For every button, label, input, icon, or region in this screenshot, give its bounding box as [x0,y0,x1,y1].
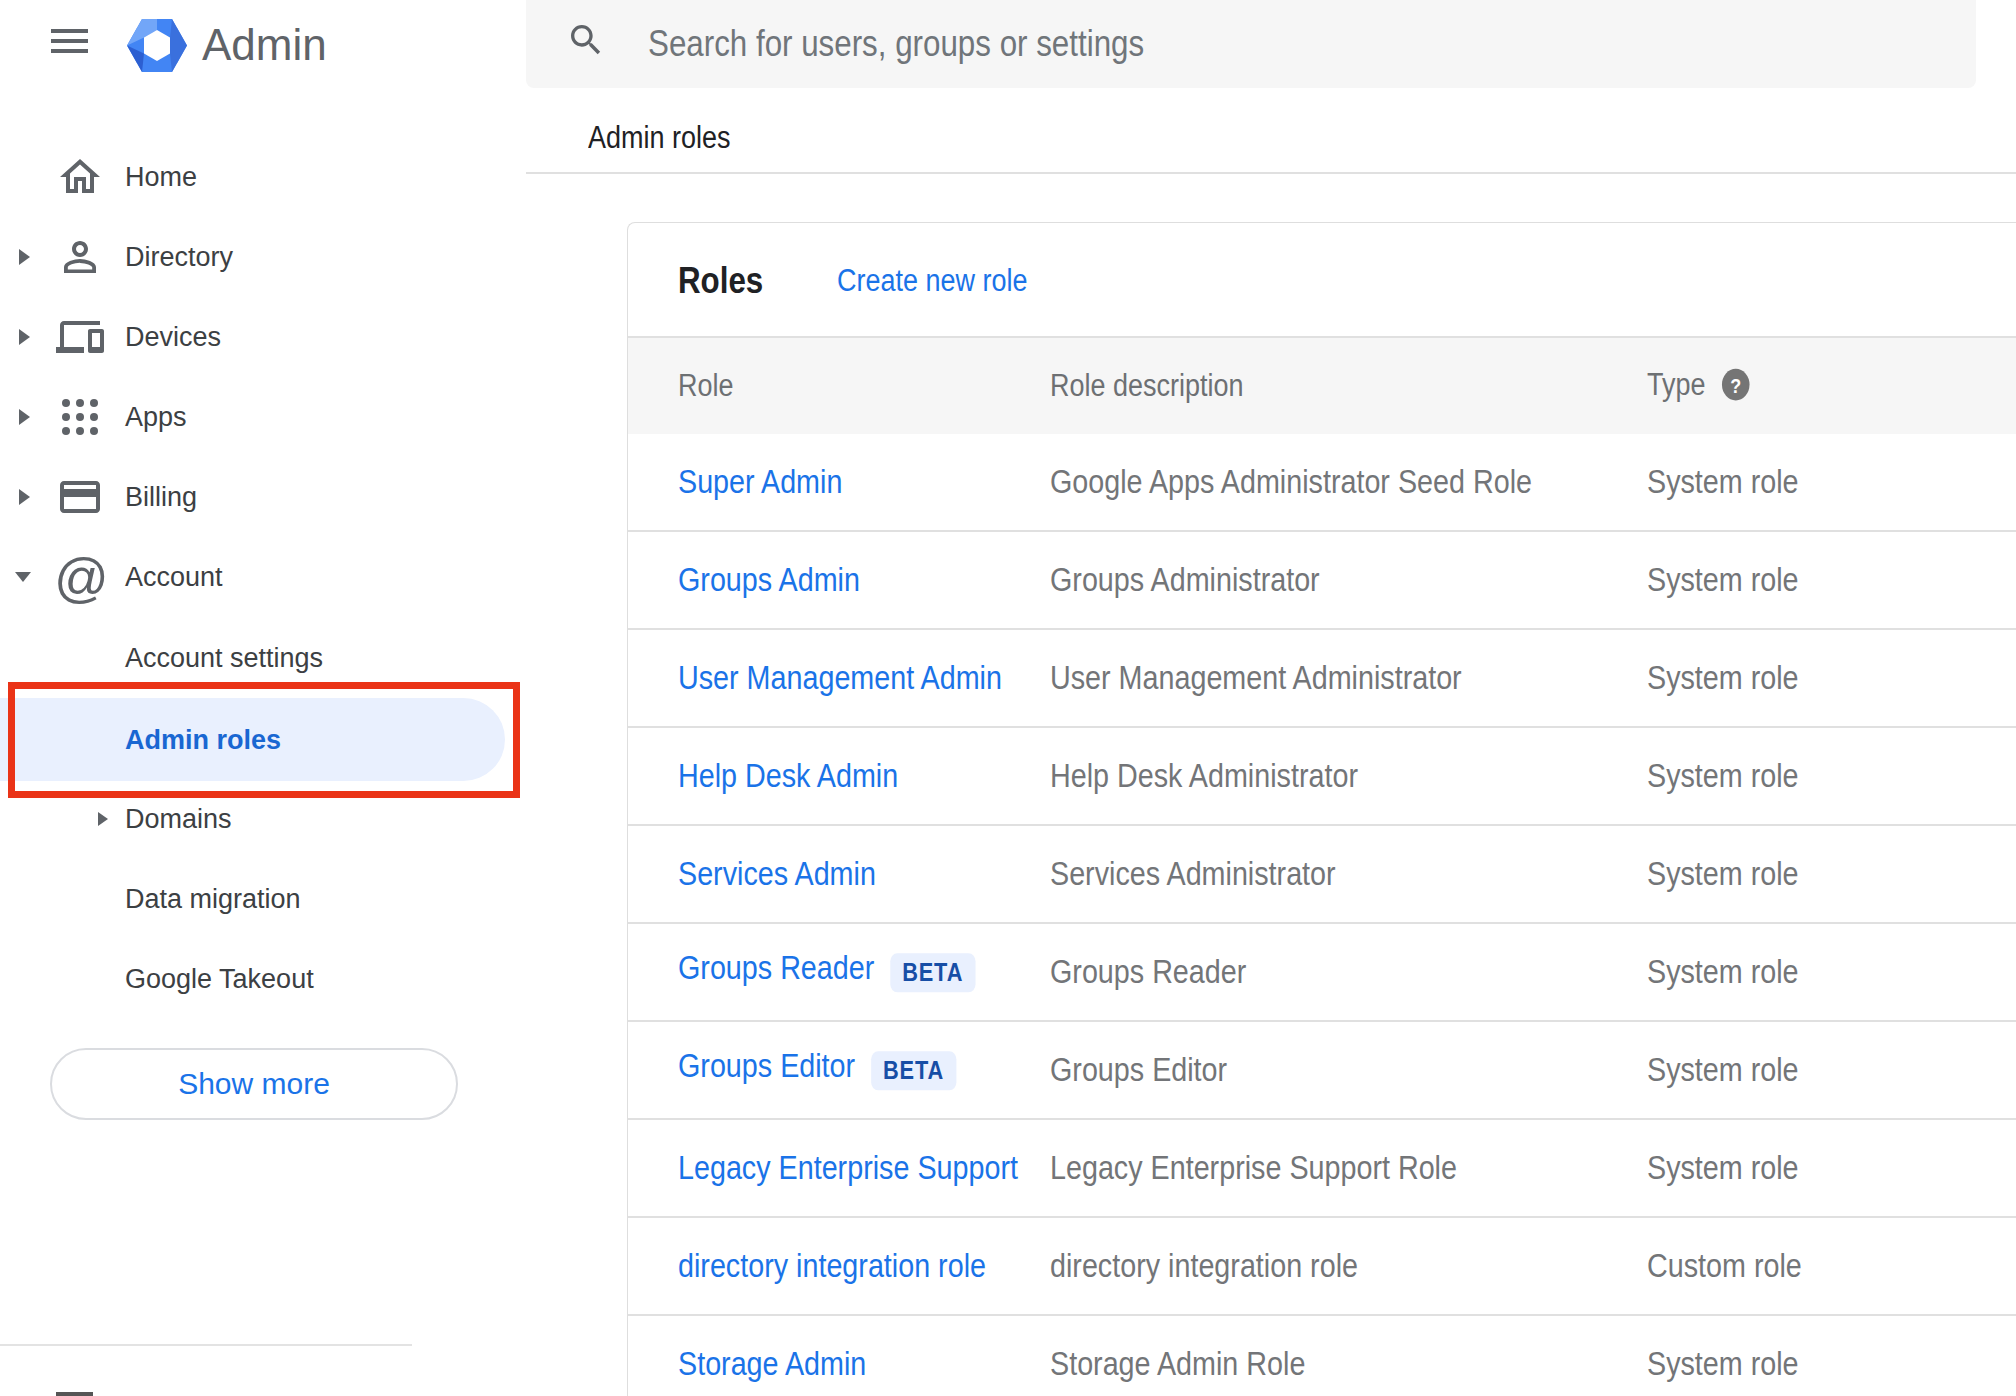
create-new-role-link[interactable]: Create new role [837,253,1027,308]
search-icon[interactable] [566,20,606,60]
role-link[interactable]: Groups Reader [678,949,874,986]
table-row: Services Admin Services Administrator Sy… [628,826,2016,924]
at-sign-icon: @ [54,553,109,601]
devices-icon [56,313,104,361]
table-row: Storage Admin Storage Admin Role System … [628,1316,2016,1396]
role-description: Help Desk Administrator [1050,757,1358,795]
search-placeholder[interactable]: Search for users, groups or settings [648,0,1144,88]
role-type: System role [1647,463,1799,501]
column-header-description: Role description [1050,368,1243,404]
sidebar-item-home[interactable]: Home [0,137,412,217]
role-link[interactable]: Help Desk Admin [678,757,898,794]
expand-arrow-icon[interactable] [19,409,30,425]
help-icon[interactable]: ? [1719,365,1752,403]
table-row: Legacy Enterprise Support Legacy Enterpr… [628,1120,2016,1218]
role-description: Groups Administrator [1050,561,1320,599]
role-link[interactable]: Groups Editor [678,1047,855,1084]
table-row: directory integration role directory int… [628,1218,2016,1316]
sidebar-item-devices[interactable]: Devices [0,297,412,377]
role-description: Storage Admin Role [1050,1345,1305,1383]
role-link[interactable]: Super Admin [678,463,842,500]
role-description: directory integration role [1050,1247,1358,1285]
role-description: Services Administrator [1050,855,1336,893]
home-icon [56,153,104,201]
admin-logo-text: Admin [202,17,327,73]
svg-text:?: ? [1730,374,1741,396]
role-type: System role [1647,1051,1799,1089]
person-icon [56,233,104,281]
table-row: Groups Admin Groups Administrator System… [628,532,2016,630]
hamburger-menu-icon[interactable] [51,29,88,53]
card-title: Roles [678,253,763,308]
role-type: System role [1647,561,1799,599]
admin-logo-icon [127,19,187,72]
sidebar-item-directory[interactable]: Directory [0,217,412,297]
role-link[interactable]: Services Admin [678,855,876,892]
beta-badge: BETA [871,1052,956,1091]
credit-card-icon [56,473,104,521]
table-row: Groups Reader BETA Groups Reader System r… [628,924,2016,1022]
table-header: Role Role description Type? [628,336,2016,434]
table-row: Super Admin Google Apps Administrator Se… [628,434,2016,532]
role-type: System role [1647,659,1799,697]
roles-card: Roles Create new role Role Role descript… [627,222,2016,1396]
content-divider [526,172,2016,174]
role-type: Custom role [1647,1247,1802,1285]
expand-arrow-icon[interactable] [19,249,30,265]
beta-badge: BETA [890,954,975,993]
expand-arrow-icon[interactable] [19,329,30,345]
role-type: System role [1647,757,1799,795]
table-row: Groups Editor BETA Groups Editor System r… [628,1022,2016,1120]
sidebar: Admin Home Directory Devices Apps Billin… [0,0,412,1396]
sidebar-item-google-takeout[interactable]: Google Takeout [0,939,412,1019]
expand-arrow-icon[interactable] [19,489,30,505]
role-link[interactable]: Storage Admin [678,1345,866,1382]
role-description: User Management Administrator [1050,659,1462,697]
role-link[interactable]: User Management Admin [678,659,1002,696]
expand-arrow-icon[interactable] [98,812,108,826]
sidebar-footer-divider [0,1344,412,1346]
column-header-role: Role [678,368,733,404]
feedback-icon[interactable] [56,1392,93,1396]
show-more-button[interactable]: Show more [50,1048,458,1120]
role-description: Legacy Enterprise Support Role [1050,1149,1457,1187]
table-row: Help Desk Admin Help Desk Administrator … [628,728,2016,826]
role-type: System role [1647,855,1799,893]
role-link[interactable]: Legacy Enterprise Support [678,1149,1018,1186]
column-header-type: Type? [1647,367,1752,406]
role-type: System role [1647,1345,1799,1383]
sidebar-item-account[interactable]: @ Account [0,537,412,617]
role-link[interactable]: Groups Admin [678,561,860,598]
sidebar-item-data-migration[interactable]: Data migration [0,859,412,939]
collapse-arrow-icon[interactable] [15,572,31,582]
role-description: Groups Reader [1050,953,1246,991]
role-link[interactable]: directory integration role [678,1247,986,1284]
sidebar-item-billing[interactable]: Billing [0,457,412,537]
card-titlebar: Roles Create new role [628,223,2016,336]
table-row: User Management Admin User Management Ad… [628,630,2016,728]
role-description: Groups Editor [1050,1051,1227,1089]
breadcrumb: Admin roles [588,115,730,161]
role-type: System role [1647,1149,1799,1187]
role-description: Google Apps Administrator Seed Role [1050,463,1532,501]
apps-grid-icon [56,393,104,441]
role-type: System role [1647,953,1799,991]
annotation-red-box [8,682,520,798]
sidebar-item-apps[interactable]: Apps [0,377,412,457]
